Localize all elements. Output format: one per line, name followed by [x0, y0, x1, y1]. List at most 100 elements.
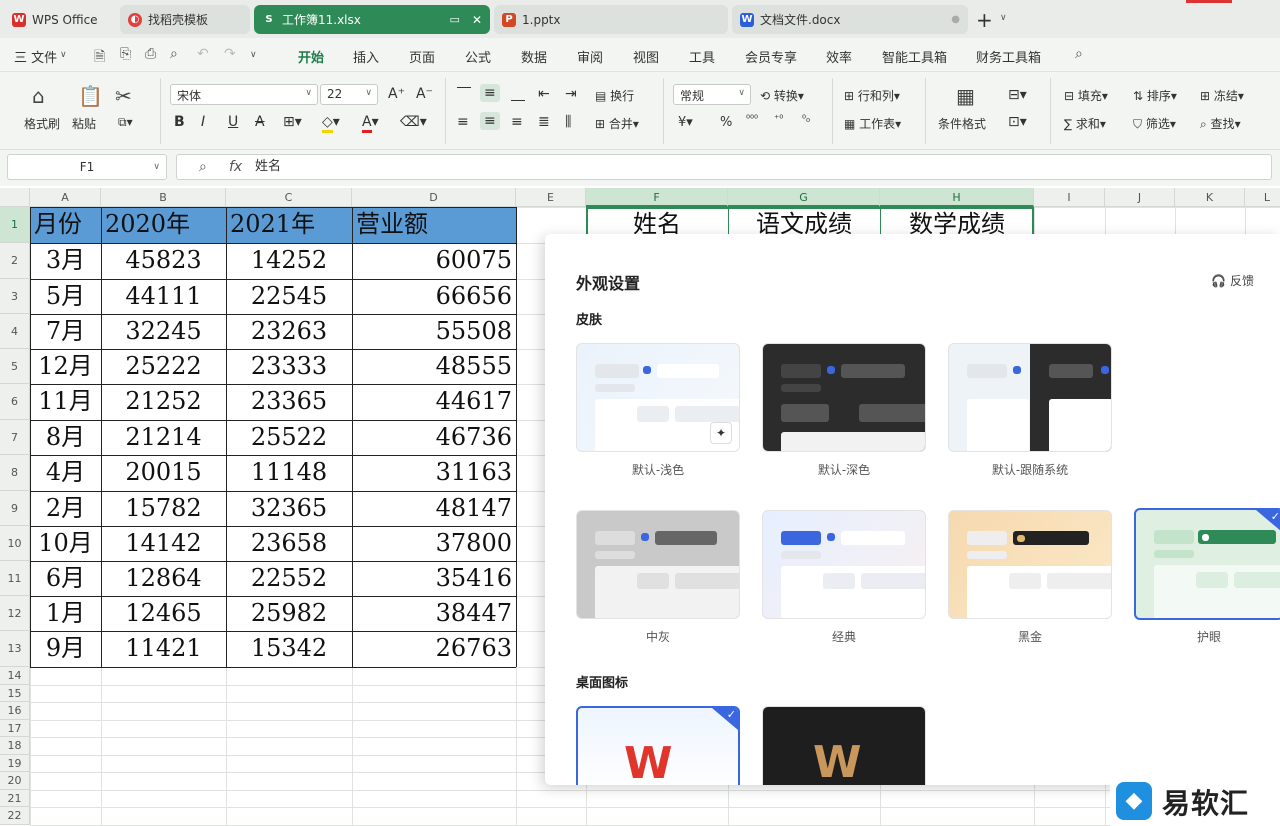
row-header-5[interactable]: 5: [0, 349, 30, 384]
increase-decimal-icon[interactable]: ⁺⁰: [774, 114, 783, 125]
increase-font-icon[interactable]: A⁺: [388, 86, 405, 102]
column-header-D[interactable]: D: [352, 188, 516, 207]
align-bottom-icon[interactable]: ⎽: [511, 86, 525, 102]
formula-input-frame[interactable]: [176, 154, 1272, 180]
decrease-decimal-icon[interactable]: ⁰₀: [802, 114, 810, 125]
undo-icon[interactable]: ↶: [197, 46, 209, 62]
header-cell[interactable]: 月份: [34, 207, 97, 243]
row-header-8[interactable]: 8: [0, 455, 30, 491]
menu-tab-member[interactable]: 会员专享: [745, 47, 797, 66]
tab-pptx[interactable]: P 1.pptx: [494, 5, 728, 34]
table-cell[interactable]: 32365: [230, 491, 348, 526]
merge-button[interactable]: ⊞ 合并▾: [595, 115, 639, 132]
table-cell[interactable]: 14252: [230, 243, 348, 279]
table-cell[interactable]: 22552: [230, 561, 348, 596]
table-cell[interactable]: 25982: [230, 596, 348, 631]
row-header-15[interactable]: 15: [0, 684, 30, 702]
table-cell[interactable]: 23333: [230, 349, 348, 384]
menu-tab-review[interactable]: 审阅: [577, 47, 603, 66]
number-format-select[interactable]: 常规 ∨: [673, 84, 751, 105]
tab-workbook[interactable]: S 工作簿11.xlsx ▭ ✕: [254, 5, 490, 34]
clear-format-icon[interactable]: ⌫▾: [400, 114, 427, 130]
table-cell[interactable]: 10月: [34, 526, 97, 561]
align-left-icon[interactable]: ≡: [457, 114, 469, 130]
decrease-font-icon[interactable]: A⁻: [416, 86, 433, 102]
table-cell[interactable]: 3月: [34, 243, 97, 279]
redo-icon[interactable]: ↷: [224, 46, 236, 62]
row-header-10[interactable]: 10: [0, 526, 30, 561]
row-header-6[interactable]: 6: [0, 384, 30, 420]
menu-tab-formula[interactable]: 公式: [465, 47, 491, 66]
rows-cols-button[interactable]: ⊞ 行和列▾: [844, 87, 900, 104]
row-header-9[interactable]: 9: [0, 491, 30, 526]
table-cell[interactable]: 25522: [230, 420, 348, 455]
menu-tab-insert[interactable]: 插入: [353, 47, 379, 66]
table-cell[interactable]: 25222: [105, 349, 222, 384]
row-header-17[interactable]: 17: [0, 719, 30, 737]
table-cell[interactable]: 44111: [105, 279, 222, 314]
fx-icon[interactable]: fx: [229, 159, 242, 175]
paste-label[interactable]: 粘贴: [72, 115, 96, 132]
sort-button[interactable]: ⇅ 排序▾: [1133, 87, 1177, 104]
magic-icon[interactable]: ✦: [710, 422, 732, 444]
skin-mid-gray[interactable]: [576, 510, 740, 619]
worksheet-button[interactable]: ▦ 工作表▾: [844, 115, 901, 132]
table-cell[interactable]: 55508: [356, 314, 512, 349]
desktop-icon-default[interactable]: W ✓: [576, 706, 740, 785]
row-header-11[interactable]: 11: [0, 561, 30, 596]
column-header-L[interactable]: L: [1245, 188, 1280, 207]
column-header-C[interactable]: C: [226, 188, 352, 207]
row-header-14[interactable]: 14: [0, 667, 30, 685]
strikethrough-icon[interactable]: A: [255, 114, 265, 130]
menu-tab-tools[interactable]: 工具: [689, 47, 715, 66]
table-cell[interactable]: 14142: [105, 526, 222, 561]
name-box[interactable]: F1 ∨: [7, 154, 167, 180]
crop-icon[interactable]: ⊡▾: [1008, 114, 1027, 130]
chevron-down-icon[interactable]: ∨: [1000, 13, 1007, 23]
formula-input[interactable]: 姓名: [255, 154, 281, 180]
justify-icon[interactable]: ≣: [538, 114, 550, 130]
table-cell[interactable]: 12465: [105, 596, 222, 631]
table-cell[interactable]: 8月: [34, 420, 97, 455]
format-painter-label[interactable]: 格式刷: [24, 115, 60, 132]
fill-button[interactable]: ⊟ 填充▾: [1064, 87, 1108, 104]
header-cell[interactable]: 营业额: [356, 207, 512, 243]
skin-classic[interactable]: [762, 510, 926, 619]
table-cell[interactable]: 2月: [34, 491, 97, 526]
conditional-format-label[interactable]: 条件格式: [938, 115, 986, 132]
row-header-16[interactable]: 16: [0, 702, 30, 720]
distribute-icon[interactable]: ⫼: [565, 114, 571, 130]
column-header-I[interactable]: I: [1034, 188, 1105, 207]
table-cell[interactable]: 31163: [356, 455, 512, 491]
format-painter-icon[interactable]: ⌂: [32, 84, 45, 108]
menu-tab-finance-tools[interactable]: 财务工具箱: [976, 47, 1041, 66]
table-cell[interactable]: 12月: [34, 349, 97, 384]
zoom-icon[interactable]: ⌕: [199, 159, 207, 175]
feedback-button[interactable]: 🎧 反馈: [1211, 272, 1254, 289]
table-cell[interactable]: 21252: [105, 384, 222, 420]
table-cell[interactable]: 20015: [105, 455, 222, 491]
paste-icon[interactable]: 📋: [78, 84, 103, 108]
percent-icon[interactable]: %: [720, 115, 732, 130]
tab-wps-home[interactable]: W WPS Office: [4, 5, 116, 34]
table-cell[interactable]: 37800: [356, 526, 512, 561]
print-icon[interactable]: ⎙: [145, 46, 156, 62]
table-cell[interactable]: 38447: [356, 596, 512, 631]
cell-style-icon[interactable]: ⊟▾: [1008, 87, 1027, 103]
font-size-select[interactable]: 22 ∨: [320, 84, 378, 105]
table-cell[interactable]: 22545: [230, 279, 348, 314]
italic-icon[interactable]: I: [201, 114, 205, 130]
table-cell[interactable]: 11421: [105, 631, 222, 667]
decrease-indent-icon[interactable]: ⇤: [538, 86, 550, 102]
menu-tab-home[interactable]: 开始: [298, 47, 325, 74]
table-cell[interactable]: 45823: [105, 243, 222, 279]
window-icon[interactable]: ▭: [450, 13, 460, 26]
chevron-down-icon[interactable]: ∨: [250, 50, 257, 60]
table-cell[interactable]: 66656: [356, 279, 512, 314]
table-cell[interactable]: 5月: [34, 279, 97, 314]
align-top-icon[interactable]: ⎺: [457, 86, 471, 102]
row-header-22[interactable]: 22: [0, 807, 30, 825]
thousands-icon[interactable]: ⁰⁰⁰: [746, 114, 758, 125]
font-name-select[interactable]: 宋体 ∨: [170, 84, 318, 105]
header-cell[interactable]: 2021年: [230, 207, 348, 243]
